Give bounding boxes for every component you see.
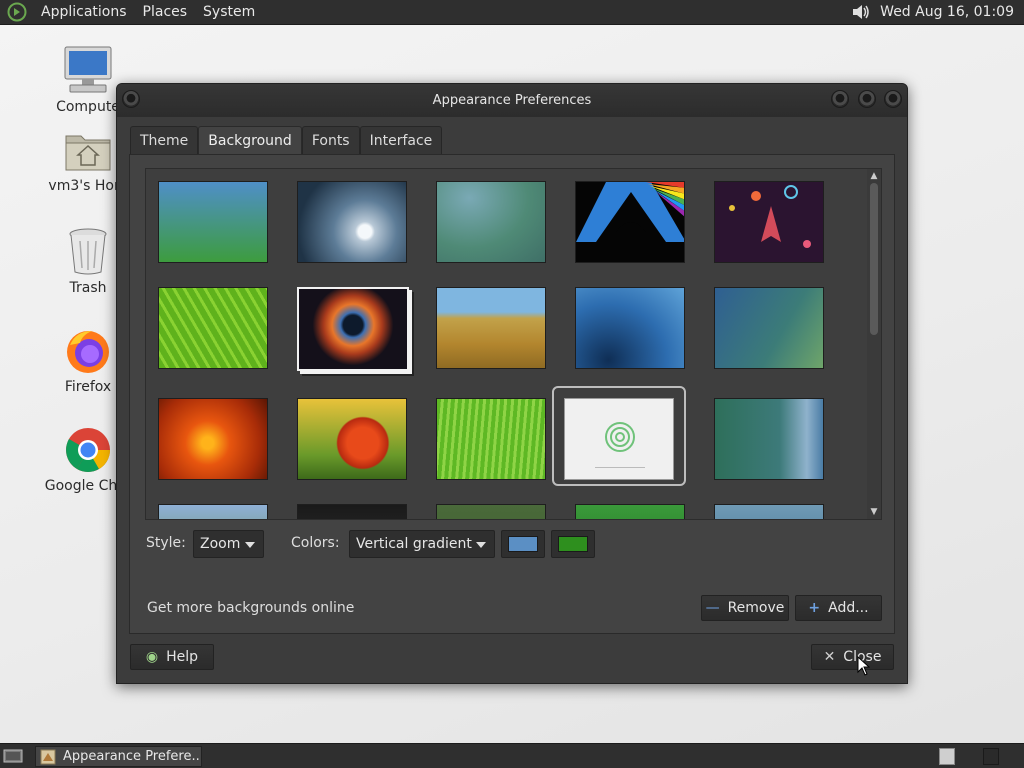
show-desktop-icon[interactable]: [3, 748, 23, 764]
home-folder-icon: [65, 135, 111, 171]
taskbar-task-appearance[interactable]: Appearance Prefere...: [35, 746, 202, 767]
tab-fonts[interactable]: Fonts: [301, 126, 360, 155]
help-label: Help: [166, 649, 199, 665]
wallpaper-thumb[interactable]: [158, 181, 268, 263]
wallpaper-thumb[interactable]: [297, 181, 407, 263]
minimize-button[interactable]: [831, 90, 849, 108]
wallpaper-thumb[interactable]: [575, 287, 685, 369]
scroll-down-arrow-icon[interactable]: ▼: [869, 507, 879, 517]
primary-color-button[interactable]: [501, 530, 545, 558]
window-title: Appearance Preferences: [432, 93, 592, 108]
window-titlebar[interactable]: Appearance Preferences: [117, 84, 907, 117]
wallpaper-thumb[interactable]: [158, 504, 268, 519]
taskbar-task-label: Appearance Prefere...: [63, 749, 202, 764]
firefox-icon: [67, 331, 109, 373]
appearance-preferences-window: Appearance Preferences Theme Background …: [116, 83, 908, 684]
workspace-2[interactable]: [983, 748, 999, 765]
secondary-color-swatch: [558, 536, 588, 552]
tab-bar: Theme Background Fonts Interface: [130, 126, 443, 155]
secondary-color-button[interactable]: [551, 530, 595, 558]
more-backgrounds-link[interactable]: Get more backgrounds online: [147, 600, 354, 616]
grid-scrollbar[interactable]: ▲ ▼: [867, 169, 881, 519]
remove-button[interactable]: — Remove: [701, 595, 789, 621]
trash-icon: [69, 228, 107, 275]
wallpaper-thumb[interactable]: [714, 181, 824, 263]
wallpaper-thumb[interactable]: [436, 287, 546, 369]
wallpaper-thumb[interactable]: [297, 504, 407, 519]
style-value: Zoom: [200, 536, 241, 552]
wallpaper-art: [576, 182, 684, 242]
plus-icon: +: [808, 600, 821, 616]
style-label: Style:: [146, 535, 186, 551]
close-button[interactable]: ✕ Close: [811, 644, 894, 670]
wallpaper-thumb[interactable]: [436, 181, 546, 263]
add-label: Add...: [828, 600, 869, 616]
top-panel: Applications Places System Wed Aug 16, 0…: [0, 0, 1024, 25]
minus-icon: —: [705, 600, 720, 616]
wallpaper-thumb[interactable]: [714, 398, 824, 480]
style-dropdown[interactable]: Zoom: [193, 530, 264, 558]
menu-applications[interactable]: Applications: [33, 0, 135, 25]
wallpaper-art: [729, 185, 811, 248]
menu-system[interactable]: System: [195, 0, 263, 25]
background-tab-page: ▲ ▼ Style: Zoom Colors: Vertical gradien…: [129, 154, 895, 634]
add-button[interactable]: + Add...: [795, 595, 882, 621]
desktop-icon-label: Compute: [56, 99, 120, 115]
maximize-button[interactable]: [858, 90, 876, 108]
tab-interface[interactable]: Interface: [359, 126, 443, 155]
desktop-icon-label: Trash: [69, 280, 107, 296]
computer-icon: [64, 46, 112, 93]
scrollbar-thumb[interactable]: [870, 183, 878, 335]
wallpaper-thumb-selected[interactable]: [564, 398, 674, 480]
wallpaper-thumb[interactable]: [575, 504, 685, 519]
volume-icon[interactable]: [850, 2, 872, 22]
help-button[interactable]: ◉ Help: [130, 644, 214, 670]
dropdown-arrow-icon: [476, 542, 486, 548]
colors-label: Colors:: [291, 535, 340, 551]
wallpaper-thumb[interactable]: [436, 504, 546, 519]
distro-logo-icon[interactable]: [7, 2, 27, 22]
wallpaper-thumb[interactable]: [158, 398, 268, 480]
primary-color-swatch: [508, 536, 538, 552]
wallpaper-thumb[interactable]: [158, 287, 268, 369]
tab-theme[interactable]: Theme: [130, 126, 199, 155]
help-icon: ◉: [145, 649, 159, 665]
appearance-app-icon: [40, 749, 56, 765]
chrome-icon: [66, 428, 110, 472]
wallpaper-grid[interactable]: ▲ ▼: [145, 168, 882, 520]
dropdown-arrow-icon: [245, 542, 255, 548]
wallpaper-thumb[interactable]: [297, 287, 409, 371]
wallpaper-thumb[interactable]: [297, 398, 407, 480]
bottom-taskbar: Appearance Prefere...: [0, 743, 1024, 768]
desktop-icon-label: Firefox: [64, 379, 112, 395]
clock[interactable]: Wed Aug 16, 01:09: [880, 4, 1024, 20]
wallpaper-thumb[interactable]: [436, 398, 546, 480]
close-window-button[interactable]: [884, 90, 902, 108]
wallpaper-art: [595, 422, 645, 468]
close-icon: ✕: [823, 649, 836, 665]
menu-places[interactable]: Places: [135, 0, 196, 25]
wallpaper-selected-frame[interactable]: [552, 386, 686, 486]
scroll-up-arrow-icon[interactable]: ▲: [869, 171, 879, 181]
wallpaper-thumb[interactable]: [714, 287, 824, 369]
wallpaper-thumb[interactable]: [714, 504, 824, 519]
wallpaper-thumb[interactable]: [575, 181, 685, 263]
remove-label: Remove: [727, 600, 785, 616]
colors-value: Vertical gradient: [356, 536, 472, 552]
mouse-cursor-icon: [857, 656, 870, 676]
workspace-1[interactable]: [939, 748, 955, 765]
colors-dropdown[interactable]: Vertical gradient: [349, 530, 495, 558]
tab-background[interactable]: Background: [198, 126, 302, 155]
